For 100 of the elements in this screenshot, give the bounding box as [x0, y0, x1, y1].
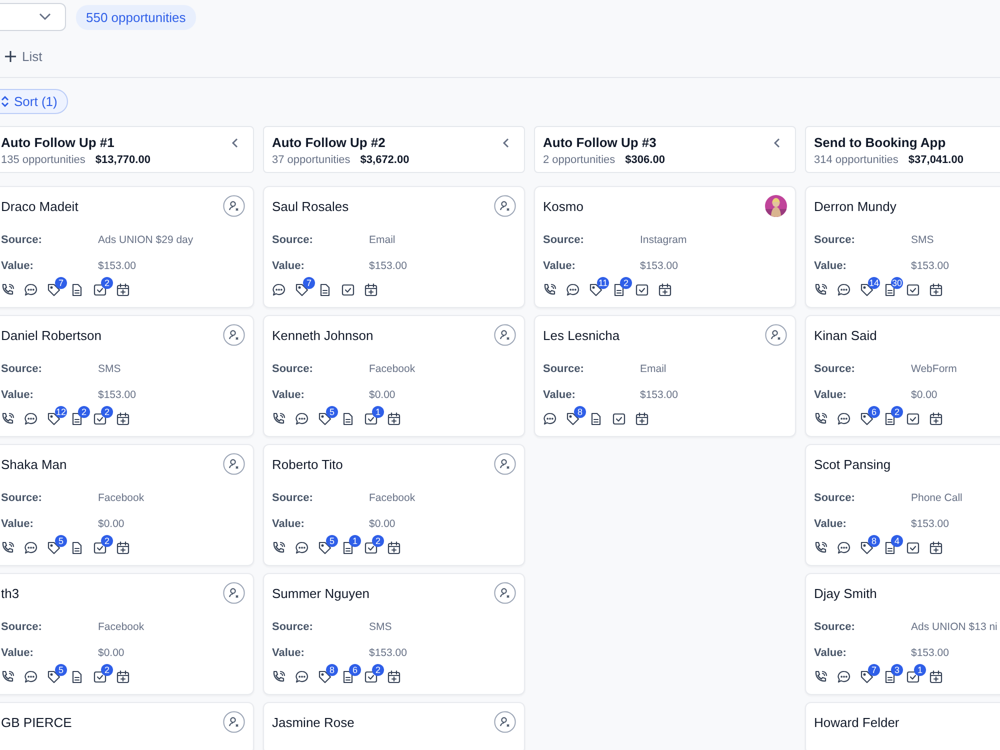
opportunity-card[interactable]: Kinan Said Source: WebForm Value: $0.00 6 2	[805, 315, 1000, 437]
chat-icon[interactable]	[837, 283, 851, 297]
task-icon[interactable]	[93, 541, 107, 555]
note-icon[interactable]	[341, 412, 355, 426]
task-icon[interactable]	[906, 670, 920, 684]
phone-icon[interactable]	[272, 412, 286, 426]
task-icon[interactable]	[93, 283, 107, 297]
tag-icon[interactable]	[318, 412, 332, 426]
phone-icon[interactable]	[543, 283, 557, 297]
opportunity-card[interactable]: th3 Source: Facebook Value: $0.00 5 2	[0, 573, 254, 695]
opportunity-card[interactable]: Jasmine Rose	[263, 702, 525, 750]
opportunity-card[interactable]: Kosmo Source: Instagram Value: $153.00 11 2	[534, 186, 796, 308]
task-icon[interactable]	[635, 283, 649, 297]
note-icon[interactable]	[70, 412, 84, 426]
opportunity-card[interactable]: Saul Rosales Source: Email Value: $153.00 7	[263, 186, 525, 308]
note-icon[interactable]	[70, 670, 84, 684]
opportunity-card[interactable]: Draco Madeit Source: Ads UNION $29 day Value: $153.00 7 2	[0, 186, 254, 308]
task-icon[interactable]	[93, 412, 107, 426]
task-icon[interactable]	[906, 412, 920, 426]
tag-icon[interactable]	[860, 412, 874, 426]
assign-user-icon[interactable]	[494, 324, 516, 346]
tag-icon[interactable]	[860, 670, 874, 684]
assign-user-icon[interactable]	[494, 582, 516, 604]
calendar-icon[interactable]	[116, 541, 130, 555]
chat-icon[interactable]	[24, 412, 38, 426]
phone-icon[interactable]	[814, 670, 828, 684]
calendar-icon[interactable]	[635, 412, 649, 426]
note-icon[interactable]	[318, 283, 332, 297]
note-icon[interactable]	[612, 283, 626, 297]
calendar-icon[interactable]	[929, 412, 943, 426]
assign-user-icon[interactable]	[494, 453, 516, 475]
assign-user-icon[interactable]	[223, 324, 245, 346]
calendar-icon[interactable]	[929, 541, 943, 555]
opportunity-card[interactable]: Scot Pansing Source: Phone Call Value: $153.00 8 4	[805, 444, 1000, 566]
note-icon[interactable]	[341, 541, 355, 555]
tag-icon[interactable]	[47, 283, 61, 297]
assign-user-icon[interactable]	[494, 711, 516, 733]
opportunity-card[interactable]: Daniel Robertson Source: SMS Value: $153.00 12 2 2	[0, 315, 254, 437]
chat-icon[interactable]	[24, 541, 38, 555]
phone-icon[interactable]	[1, 541, 15, 555]
phone-icon[interactable]	[1, 670, 15, 684]
tag-icon[interactable]	[47, 541, 61, 555]
collapse-icon[interactable]	[231, 138, 239, 148]
calendar-icon[interactable]	[658, 283, 672, 297]
calendar-icon[interactable]	[387, 412, 401, 426]
assign-user-icon[interactable]	[223, 195, 245, 217]
phone-icon[interactable]	[1, 283, 15, 297]
opportunity-card[interactable]: Roberto Tito Source: Facebook Value: $0.00 5 1 2	[263, 444, 525, 566]
phone-icon[interactable]	[1, 412, 15, 426]
opportunity-card[interactable]: GB PIERCE	[0, 702, 254, 750]
task-icon[interactable]	[906, 541, 920, 555]
phone-icon[interactable]	[814, 283, 828, 297]
calendar-icon[interactable]	[116, 283, 130, 297]
tag-icon[interactable]	[295, 283, 309, 297]
calendar-icon[interactable]	[929, 283, 943, 297]
chat-icon[interactable]	[295, 541, 309, 555]
tag-icon[interactable]	[318, 541, 332, 555]
chat-icon[interactable]	[295, 670, 309, 684]
phone-icon[interactable]	[272, 541, 286, 555]
note-icon[interactable]	[589, 412, 603, 426]
opportunity-card[interactable]: Djay Smith Source: Ads UNION $13 ni Value: $153.00 7 3 1	[805, 573, 1000, 695]
opportunity-card[interactable]: Derron Mundy Source: SMS Value: $153.00 14 30	[805, 186, 1000, 308]
calendar-icon[interactable]	[387, 670, 401, 684]
opportunity-card[interactable]: Kenneth Johnson Source: Facebook Value: $0.00 5 1	[263, 315, 525, 437]
collapse-icon[interactable]	[502, 138, 510, 148]
chat-icon[interactable]	[24, 283, 38, 297]
task-icon[interactable]	[612, 412, 626, 426]
chat-icon[interactable]	[837, 412, 851, 426]
note-icon[interactable]	[341, 670, 355, 684]
task-icon[interactable]	[364, 541, 378, 555]
assign-user-icon[interactable]	[223, 711, 245, 733]
task-icon[interactable]	[364, 412, 378, 426]
assign-user-icon[interactable]	[765, 324, 787, 346]
chat-icon[interactable]	[837, 670, 851, 684]
note-icon[interactable]	[70, 283, 84, 297]
calendar-icon[interactable]	[116, 412, 130, 426]
add-list-button[interactable]: List	[0, 48, 42, 64]
chat-icon[interactable]	[837, 541, 851, 555]
calendar-icon[interactable]	[387, 541, 401, 555]
opportunity-card[interactable]: Summer Nguyen Source: SMS Value: $153.00 8 6 2	[263, 573, 525, 695]
chat-icon[interactable]	[566, 283, 580, 297]
calendar-icon[interactable]	[929, 670, 943, 684]
note-icon[interactable]	[883, 412, 897, 426]
sort-button[interactable]: Sort (1)	[0, 89, 68, 114]
calendar-icon[interactable]	[116, 670, 130, 684]
opportunity-card[interactable]: Les Lesnicha Source: Email Value: $153.00 8	[534, 315, 796, 437]
assign-user-icon[interactable]	[494, 195, 516, 217]
opportunity-card[interactable]: Howard Felder	[805, 702, 1000, 750]
phone-icon[interactable]	[814, 412, 828, 426]
task-icon[interactable]	[93, 670, 107, 684]
phone-icon[interactable]	[814, 541, 828, 555]
assign-user-icon[interactable]	[223, 453, 245, 475]
chat-icon[interactable]	[543, 412, 557, 426]
note-icon[interactable]	[883, 670, 897, 684]
opportunity-card[interactable]: Shaka Man Source: Facebook Value: $0.00 5 2	[0, 444, 254, 566]
tag-icon[interactable]	[47, 670, 61, 684]
task-icon[interactable]	[341, 283, 355, 297]
calendar-icon[interactable]	[364, 283, 378, 297]
chat-icon[interactable]	[24, 670, 38, 684]
chat-icon[interactable]	[272, 283, 286, 297]
